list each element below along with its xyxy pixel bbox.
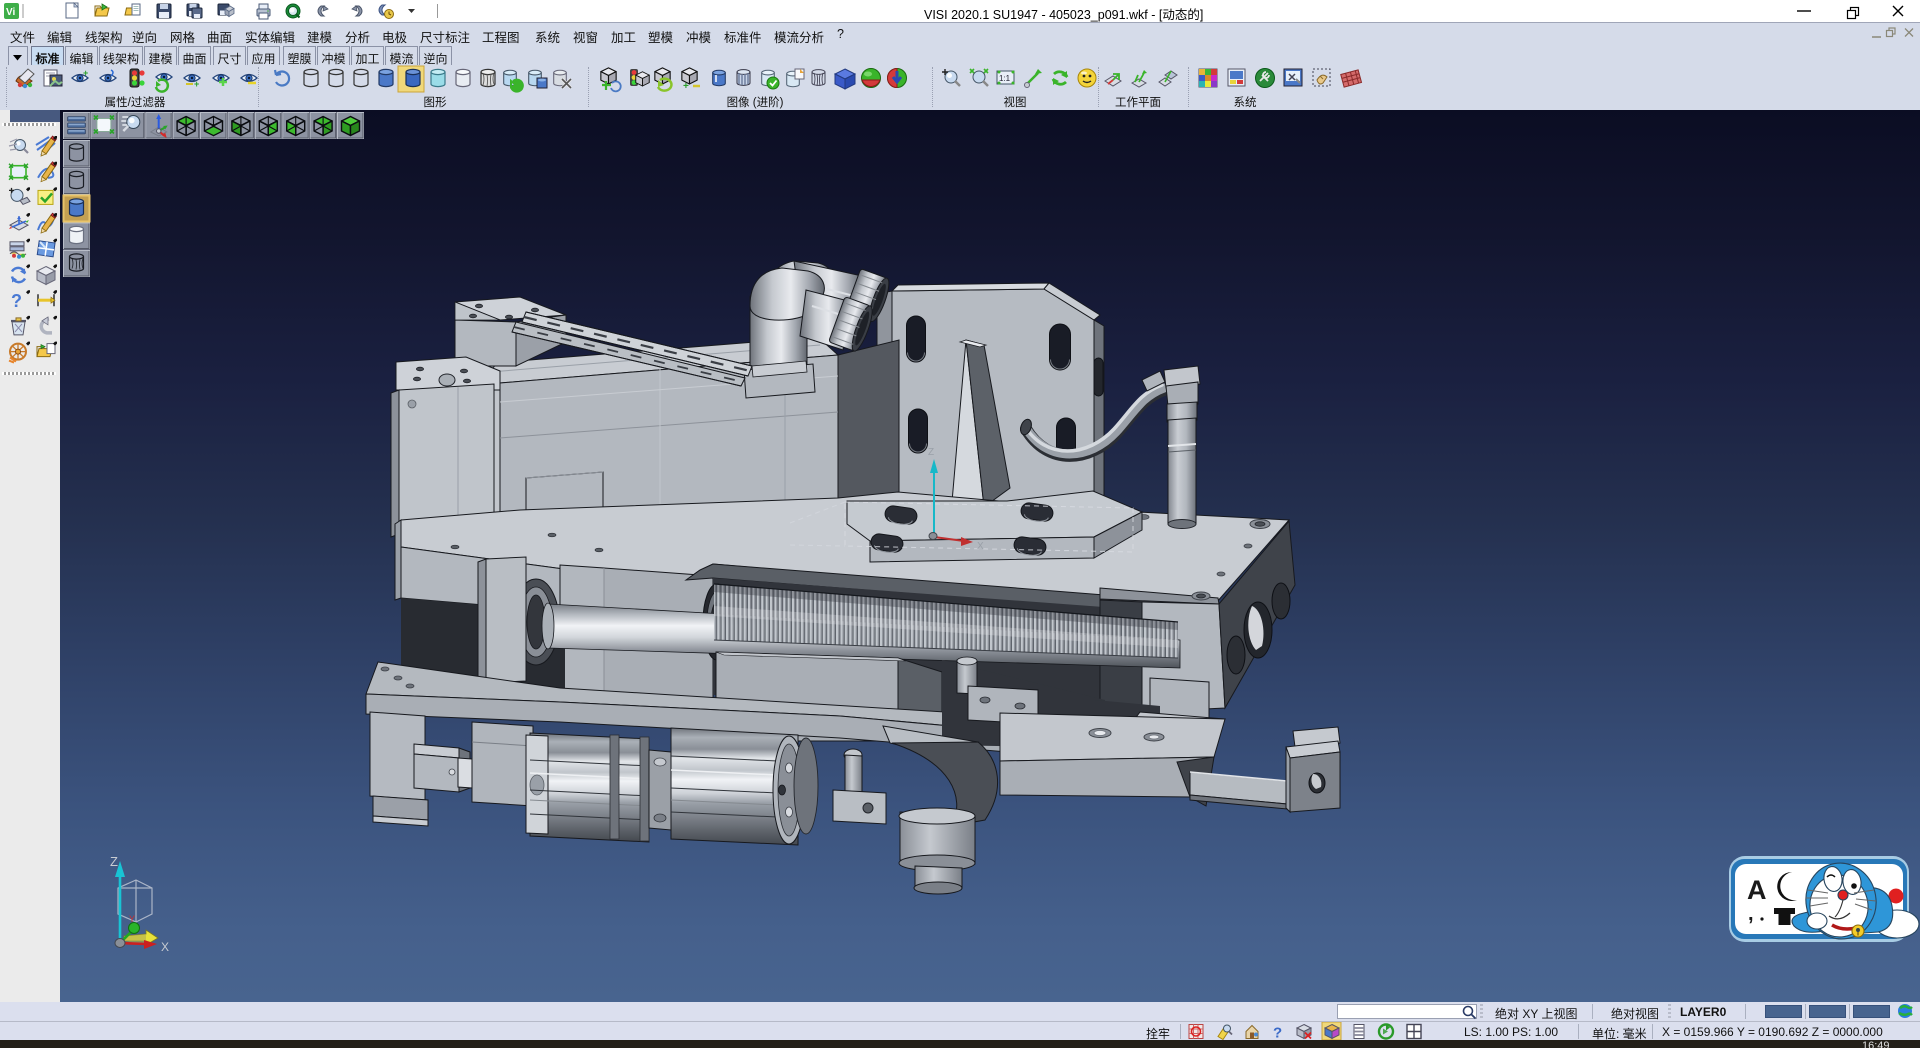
svg-text:+: + bbox=[83, 68, 88, 78]
svg-text:?: ? bbox=[11, 291, 22, 311]
svg-text:X: X bbox=[161, 940, 169, 954]
svg-text:+: + bbox=[683, 81, 689, 92]
svg-text:A: A bbox=[1747, 875, 1767, 905]
svg-text:,: , bbox=[1748, 903, 1754, 925]
svg-text:Z: Z bbox=[928, 447, 934, 458]
svg-text:X: X bbox=[977, 541, 984, 552]
svg-text:+: + bbox=[194, 79, 199, 89]
svg-text:1:1: 1:1 bbox=[999, 74, 1011, 83]
svg-text:Y: Y bbox=[129, 914, 135, 924]
svg-text:?: ? bbox=[1273, 1025, 1282, 1042]
svg-text:Z: Z bbox=[110, 854, 118, 869]
